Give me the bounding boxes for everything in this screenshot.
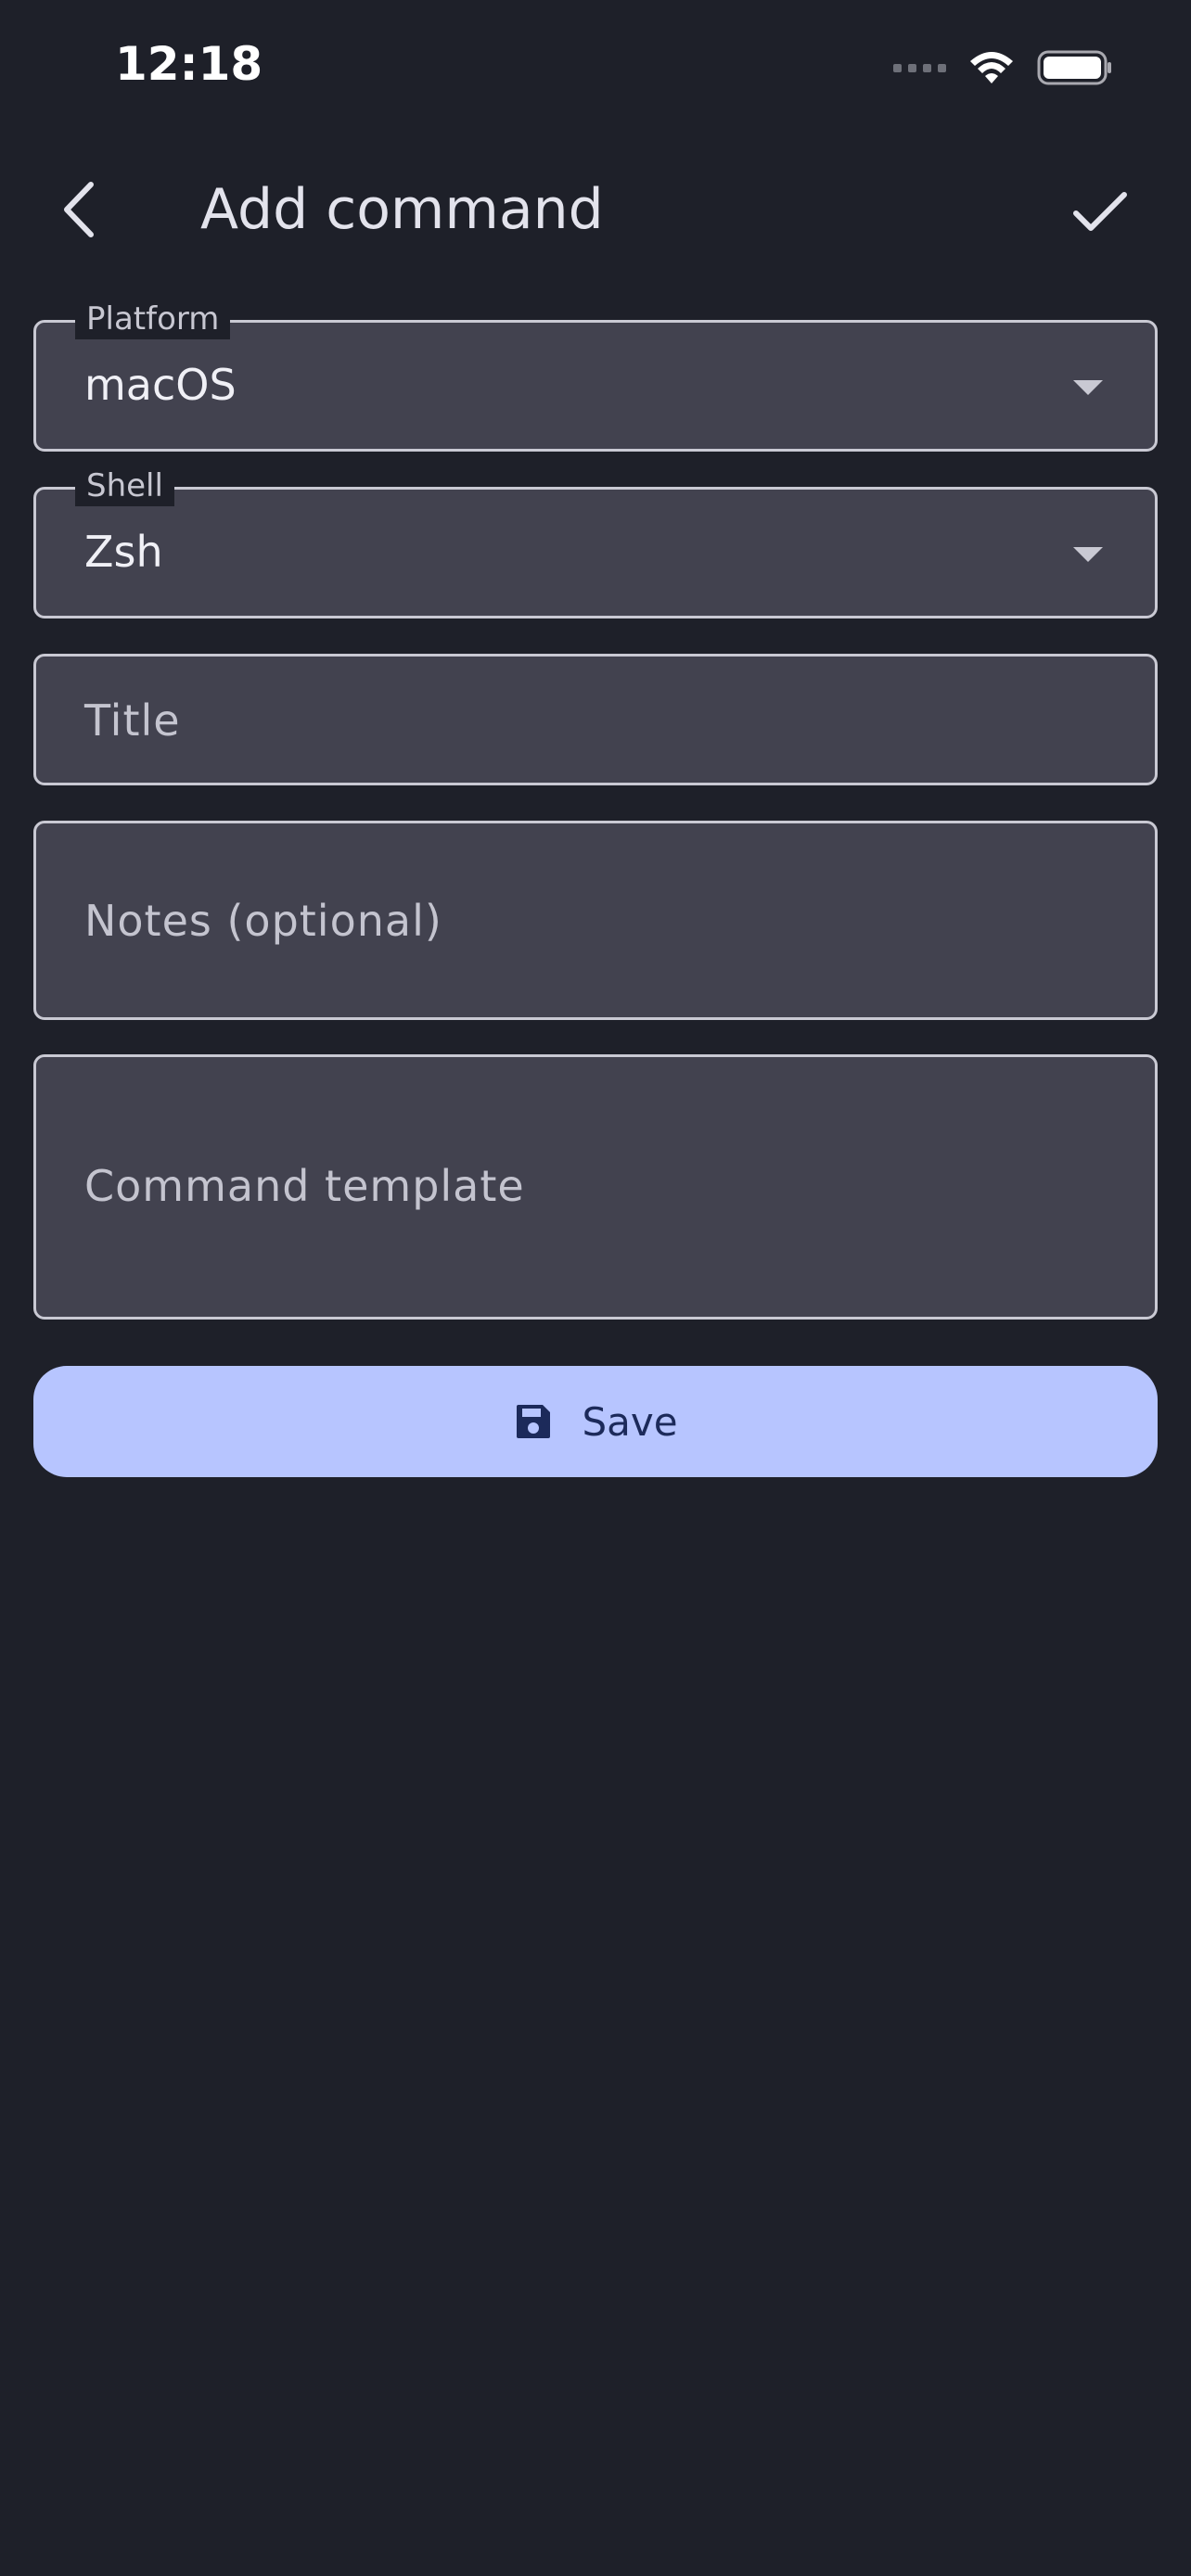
save-button[interactable]: Save bbox=[33, 1366, 1158, 1477]
floppy-disk-icon bbox=[517, 1405, 551, 1438]
dropdown-arrow-icon bbox=[1073, 547, 1103, 562]
wifi-icon bbox=[970, 52, 1013, 83]
page-title: Add command bbox=[200, 177, 604, 242]
shell-dropdown[interactable]: Shell Zsh bbox=[33, 465, 1158, 618]
shell-label: Shell bbox=[75, 465, 174, 506]
platform-dropdown[interactable]: Platform macOS bbox=[33, 299, 1158, 452]
notes-placeholder: Notes (optional) bbox=[84, 896, 442, 946]
signal-dots-icon bbox=[893, 63, 946, 72]
save-button-label: Save bbox=[582, 1398, 678, 1445]
title-placeholder: Title bbox=[84, 695, 181, 746]
back-button[interactable] bbox=[52, 172, 108, 247]
confirm-button[interactable] bbox=[1065, 176, 1135, 247]
checkmark-icon bbox=[1073, 192, 1127, 231]
platform-label: Platform bbox=[75, 299, 231, 339]
battery-icon bbox=[1037, 50, 1111, 85]
chevron-left-icon bbox=[64, 182, 94, 237]
status-icons bbox=[893, 45, 1113, 91]
command-template-placeholder: Command template bbox=[84, 1161, 525, 1211]
dropdown-arrow-icon bbox=[1073, 380, 1103, 395]
shell-value: Zsh bbox=[84, 527, 163, 577]
command-template-input[interactable]: Command template bbox=[33, 1054, 1158, 1320]
notes-input[interactable]: Notes (optional) bbox=[33, 821, 1158, 1020]
title-input[interactable]: Title bbox=[33, 654, 1158, 785]
status-time: 12:18 bbox=[115, 37, 263, 91]
platform-value: macOS bbox=[84, 360, 237, 410]
